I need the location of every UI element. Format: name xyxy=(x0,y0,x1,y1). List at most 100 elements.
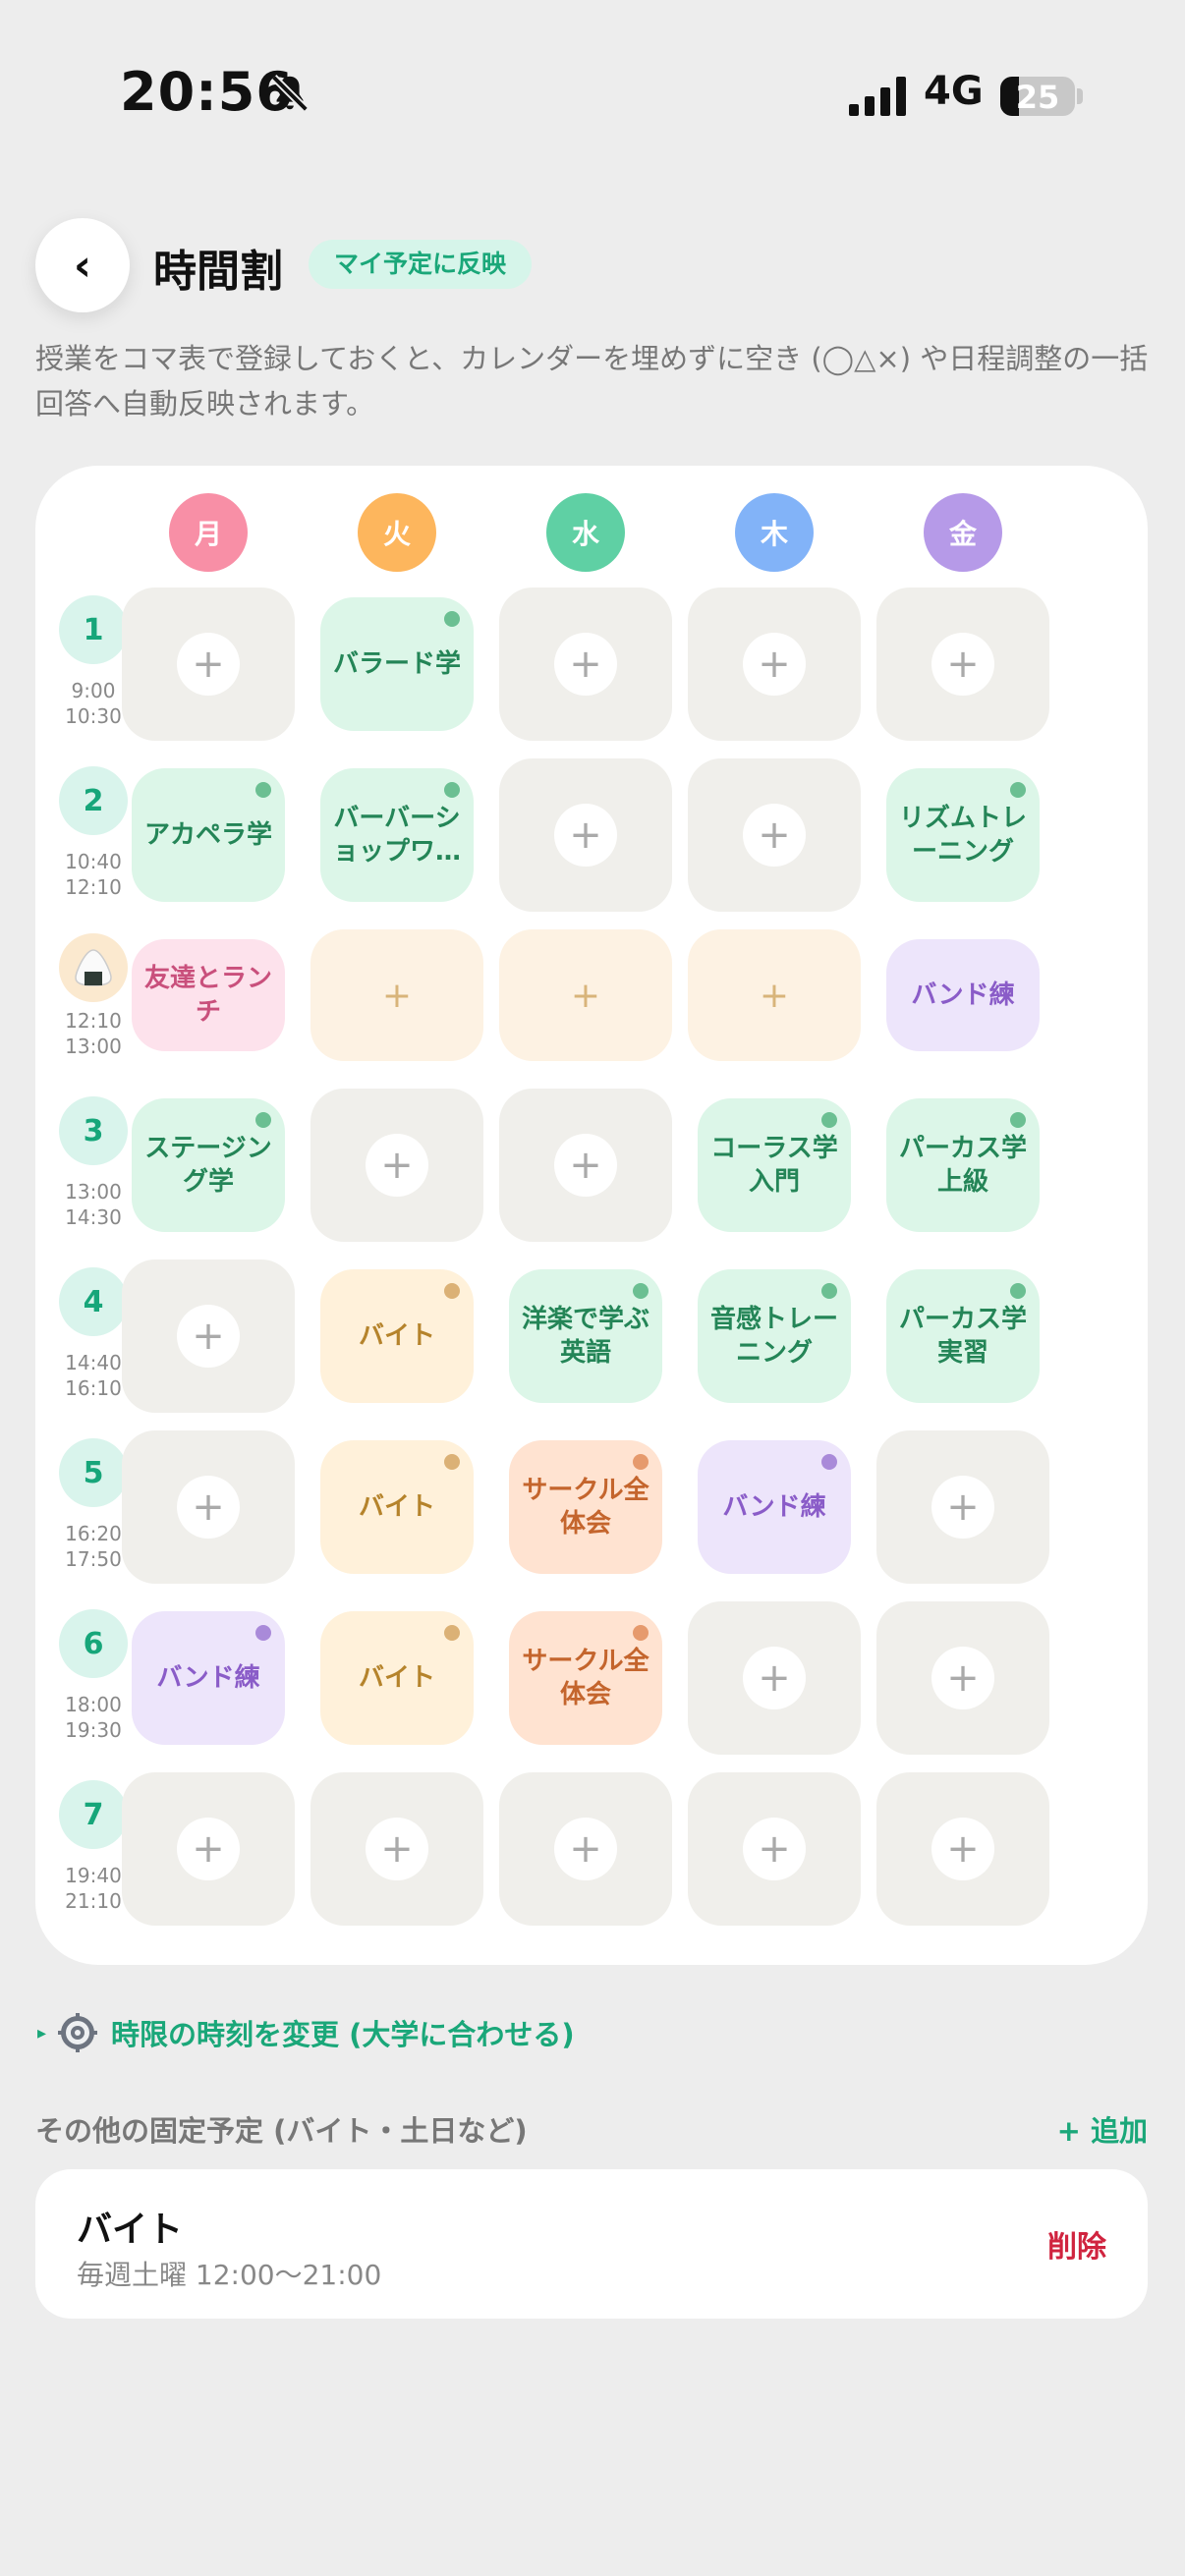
plus-icon: + xyxy=(381,975,413,1016)
add-class-button[interactable]: + xyxy=(177,1305,240,1368)
class-label: サークル全体会 xyxy=(522,1647,649,1709)
empty-cell[interactable]: + xyxy=(122,1772,295,1926)
class-cell[interactable]: バンド練 xyxy=(886,939,1040,1051)
add-class-button[interactable]: + xyxy=(177,633,240,696)
empty-cell[interactable]: + xyxy=(122,588,295,741)
status-dot xyxy=(444,611,460,627)
period-end: 13:00 xyxy=(65,1035,122,1058)
empty-cell[interactable]: + xyxy=(310,1089,483,1242)
time-change-toggle[interactable]: ▸ 時限の時刻を変更 (大学に合わせる) xyxy=(37,2012,575,2053)
class-cell[interactable]: リズムトレーニング xyxy=(886,768,1040,902)
class-cell[interactable]: バラード学 xyxy=(320,597,474,731)
plus-icon: + xyxy=(569,642,602,687)
empty-cell[interactable]: + xyxy=(499,1089,672,1242)
class-cell[interactable]: 音感トレーニング xyxy=(698,1269,851,1403)
empty-cell[interactable]: + xyxy=(688,1601,861,1755)
status-bar: 20:56 4G 25 xyxy=(0,0,1185,196)
plus-icon: + xyxy=(758,642,791,687)
add-class-button[interactable]: + xyxy=(931,1647,994,1709)
class-cell[interactable]: サークル全体会 xyxy=(509,1611,662,1745)
plus-icon: + xyxy=(759,975,790,1016)
add-class-button[interactable]: + xyxy=(554,804,617,867)
plus-icon: + xyxy=(570,975,601,1016)
class-cell[interactable]: 友達とランチ xyxy=(132,939,285,1051)
fixed-item[interactable]: バイト 毎週土曜 12:00〜21:00 削除 xyxy=(35,2169,1148,2319)
fixed-item-name: バイト xyxy=(77,2210,184,2250)
day-header: 月 xyxy=(169,493,248,572)
period-time: 18:00 19:30 xyxy=(49,1692,138,1743)
class-label: バイト xyxy=(358,1663,435,1693)
status-dot xyxy=(444,782,460,798)
class-cell[interactable]: バンド練 xyxy=(132,1611,285,1745)
empty-cell[interactable]: + xyxy=(499,1772,672,1926)
class-cell[interactable]: 洋楽で学ぶ英語 xyxy=(509,1269,662,1403)
class-cell[interactable]: パーカス学実習 xyxy=(886,1269,1040,1403)
empty-cell[interactable]: + xyxy=(310,1772,483,1926)
add-class-button[interactable]: + xyxy=(743,1818,806,1880)
class-cell[interactable]: コーラス学入門 xyxy=(698,1098,851,1232)
add-class-button[interactable]: + xyxy=(177,1818,240,1880)
delete-button[interactable]: 削除 xyxy=(1047,2222,1106,2266)
sync-badge[interactable]: マイ予定に反映 xyxy=(309,240,533,289)
add-class-button[interactable]: + xyxy=(554,633,617,696)
page-title: 時間割 xyxy=(153,247,283,297)
empty-cell[interactable]: + xyxy=(122,1430,295,1584)
class-label: リズムトレーニング xyxy=(898,804,1027,867)
day-header: 木 xyxy=(735,493,814,572)
empty-cell[interactable]: + xyxy=(876,1601,1049,1755)
empty-cell[interactable]: + xyxy=(688,588,861,741)
add-class-button[interactable]: + xyxy=(931,1476,994,1539)
class-cell[interactable]: サークル全体会 xyxy=(509,1440,662,1574)
period-end: 12:10 xyxy=(65,875,122,899)
class-cell[interactable]: バイト xyxy=(320,1611,474,1745)
class-label: バイト xyxy=(358,1321,435,1351)
period-end: 14:30 xyxy=(65,1205,122,1229)
class-label: パーカス学上級 xyxy=(898,1134,1027,1197)
class-label: 音感トレーニング xyxy=(709,1305,838,1368)
add-class-button[interactable]: + xyxy=(931,1818,994,1880)
add-class-button[interactable]: + xyxy=(743,1647,806,1709)
class-cell[interactable]: バイト xyxy=(320,1269,474,1403)
empty-cell[interactable]: + xyxy=(876,1772,1049,1926)
empty-lunch-cell[interactable]: + xyxy=(499,929,672,1061)
timetable-card: 月火水木金 1 9:00 10:30 + バラード学 + + +2 10:40 12:10 アカペラ学… xyxy=(35,466,1148,1965)
add-class-button[interactable]: + xyxy=(177,1476,240,1539)
add-class-button[interactable]: + xyxy=(743,804,806,867)
empty-cell[interactable]: + xyxy=(499,758,672,912)
empty-cell[interactable]: + xyxy=(122,1260,295,1413)
back-button[interactable]: ‹ xyxy=(35,218,130,312)
plus-icon: + xyxy=(946,1826,980,1872)
class-label: バンド練 xyxy=(722,1492,826,1522)
add-class-button[interactable]: + xyxy=(743,633,806,696)
time-change-label: 時限の時刻を変更 (大学に合わせる) xyxy=(111,2018,575,2051)
class-cell[interactable]: ステージング学 xyxy=(132,1098,285,1232)
add-class-button[interactable]: + xyxy=(366,1134,428,1197)
add-class-button[interactable]: + xyxy=(554,1134,617,1197)
class-cell[interactable]: バイト xyxy=(320,1440,474,1574)
period-number: 2 xyxy=(59,766,128,835)
add-class-button[interactable]: + xyxy=(554,1818,617,1880)
bell-muted-icon xyxy=(270,74,310,113)
empty-lunch-cell[interactable]: + xyxy=(688,929,861,1061)
empty-lunch-cell[interactable]: + xyxy=(310,929,483,1061)
class-cell[interactable]: パーカス学上級 xyxy=(886,1098,1040,1232)
add-class-button[interactable]: + xyxy=(366,1818,428,1880)
empty-cell[interactable]: + xyxy=(688,1772,861,1926)
period-number: 1 xyxy=(59,595,128,664)
empty-cell[interactable]: + xyxy=(499,588,672,741)
add-class-button[interactable]: + xyxy=(931,633,994,696)
class-label: バンド練 xyxy=(156,1663,260,1693)
empty-cell[interactable]: + xyxy=(876,588,1049,741)
class-label: アカペラ学 xyxy=(143,820,272,850)
status-dot xyxy=(821,1454,837,1470)
class-label: パーカス学実習 xyxy=(898,1305,1027,1368)
battery-icon: 25 xyxy=(1000,77,1075,116)
class-cell[interactable]: バンド練 xyxy=(698,1440,851,1574)
empty-cell[interactable]: + xyxy=(688,758,861,912)
class-label: バラード学 xyxy=(332,649,461,679)
status-dot xyxy=(1010,1283,1026,1299)
empty-cell[interactable]: + xyxy=(876,1430,1049,1584)
add-fixed-button[interactable]: + 追加 xyxy=(1057,2108,1148,2150)
class-cell[interactable]: アカペラ学 xyxy=(132,768,285,902)
class-cell[interactable]: バーバーショップワ… xyxy=(320,768,474,902)
